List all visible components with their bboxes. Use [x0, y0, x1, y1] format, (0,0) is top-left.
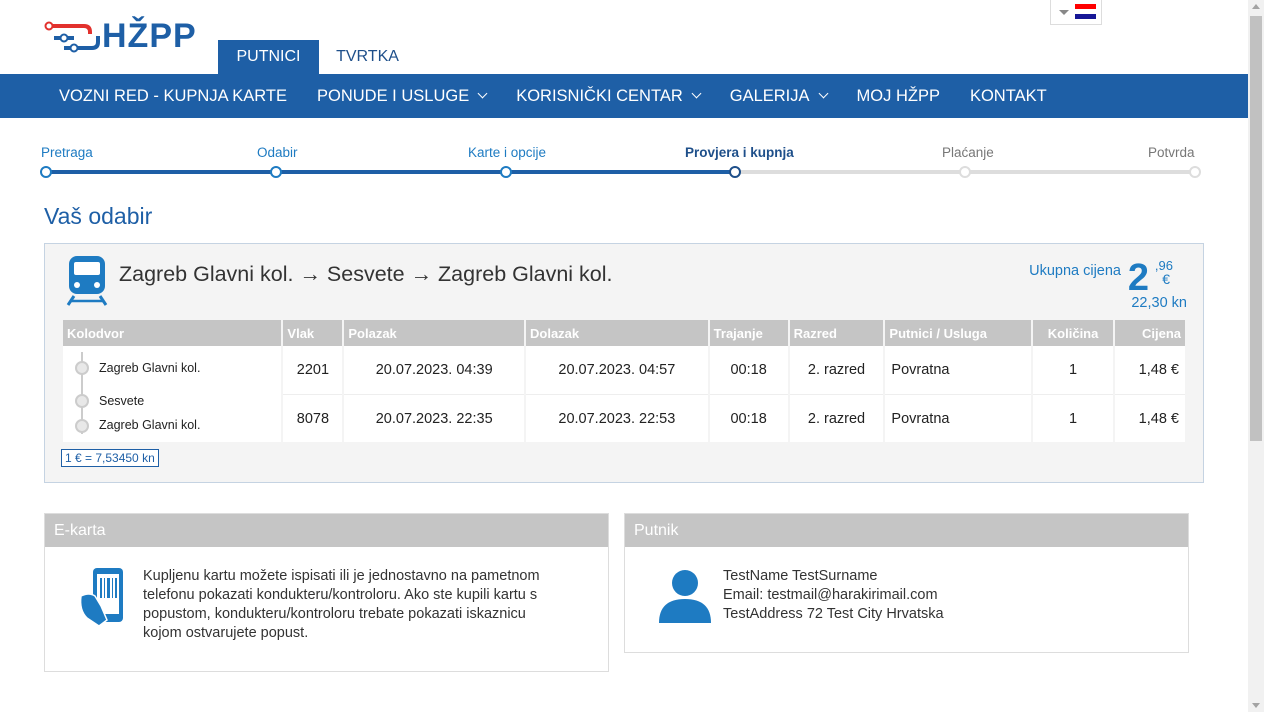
cell-razred: 2. razred [789, 346, 884, 394]
nav-label: KORISNIČKI CENTAR [516, 86, 683, 105]
nav-label: GALERIJA [729, 86, 810, 105]
phone-ticket-icon [79, 568, 123, 627]
nav-korisnicki-centar[interactable]: KORISNIČKI CENTAR [501, 74, 715, 118]
nav-label: KONTAKT [969, 86, 1047, 105]
cell-dolazak: 20.07.2023. 22:53 [526, 394, 708, 442]
trips-table: Kolodvor Vlak Polazak Dolazak Trajanje R… [61, 320, 1187, 442]
cell-usluga: Povratna [885, 394, 1032, 442]
chevron-down-icon [691, 88, 702, 99]
user-icon [659, 570, 711, 623]
ekarta-description: Kupljenu kartu možete ispisati ili je je… [143, 568, 540, 641]
step-odabir[interactable]: Odabir [257, 145, 298, 160]
cell-vlak: 2201 [283, 346, 343, 394]
hzpp-logo[interactable]: HŽPP [44, 16, 197, 56]
tab-putnici[interactable]: PUTNICI [218, 40, 319, 74]
step-dot-todo [959, 166, 971, 178]
station-name: Zagreb Glavni kol. [99, 361, 201, 375]
step-pretraga[interactable]: Pretraga [41, 145, 93, 160]
cell-trajanje: 00:18 [709, 394, 788, 442]
chevron-down-icon [818, 88, 828, 99]
train-icon [66, 256, 108, 306]
language-selector[interactable] [1050, 0, 1102, 25]
step-dot-done [500, 166, 512, 178]
vertical-scrollbar[interactable] [1248, 0, 1264, 712]
nav-ponude-i-usluge[interactable]: PONUDE I USLUGE [302, 74, 501, 118]
selection-summary: Zagreb Glavni kol. → Sesvete → Zagreb Gl… [44, 243, 1204, 483]
nav-label: MOJ HŽPP [856, 86, 940, 105]
logo-rail-icon [44, 21, 100, 53]
step-dot-current [729, 166, 741, 178]
table-row: Zagreb Glavni kol. Sesvete Zagreb Glavni… [63, 346, 1185, 442]
nav-moj-hzpp[interactable]: MOJ HŽPP [842, 74, 955, 118]
step-karte-i-opcije[interactable]: Karte i opcije [468, 145, 546, 160]
step-placanje: Plaćanje [942, 145, 994, 160]
col-razred: Razred [789, 320, 884, 346]
total-price-label: Ukupna cijena [1029, 263, 1121, 279]
exchange-rate-badge: 1 € = 7,53450 kn [61, 449, 159, 467]
step-line-done [46, 170, 735, 174]
step-potvrda: Potvrda [1148, 145, 1195, 160]
station-dot [75, 394, 89, 408]
scrollbar-thumb[interactable] [1250, 16, 1262, 441]
cell-dolazak: 20.07.2023. 04:57 [526, 346, 708, 394]
tab-tvrtka[interactable]: TVRTKA [330, 40, 405, 74]
station-timeline: Zagreb Glavni kol. Sesvete Zagreb Glavni… [69, 346, 279, 442]
route-title: Zagreb Glavni kol. → Sesvete → Zagreb Gl… [119, 262, 613, 286]
nav-vozni-red[interactable]: VOZNI RED - KUPNJA KARTE [44, 74, 302, 118]
step-dot-todo [1189, 166, 1201, 178]
cell-cijena: 1,48 € [1115, 346, 1185, 394]
total-price-kn: 22,30 kn [1131, 295, 1187, 311]
station-dot [75, 419, 89, 433]
passenger-name: TestName TestSurname [723, 568, 878, 584]
passenger-info: TestName TestSurname Email: testmail@har… [723, 567, 944, 624]
cell-vlak: 8078 [283, 394, 343, 442]
cell-polazak: 20.07.2023. 04:39 [344, 346, 525, 394]
logo-text: HŽPP [102, 17, 197, 55]
checkout-steps: Pretraga Odabir Karte i opcije Provjera … [40, 140, 1210, 180]
col-polazak: Polazak [344, 320, 525, 346]
station-dot [75, 361, 89, 375]
col-kolicina: Količina [1033, 320, 1114, 346]
nav-label: PONUDE I USLUGE [317, 86, 470, 105]
table-header-row: Kolodvor Vlak Polazak Dolazak Trajanje R… [63, 320, 1185, 346]
cell-kolicina: 1 [1033, 346, 1114, 394]
step-dot-done [40, 166, 52, 178]
ekarta-title: E-karta [45, 514, 608, 547]
chevron-down-icon [1059, 10, 1069, 15]
col-trajanje: Trajanje [709, 320, 788, 346]
col-dolazak: Dolazak [526, 320, 708, 346]
step-dot-done [270, 166, 282, 178]
col-vlak: Vlak [283, 320, 343, 346]
total-price-currency: € [1162, 271, 1170, 287]
cell-usluga: Povratna [885, 346, 1032, 394]
cell-cijena: 1,48 € [1115, 394, 1185, 442]
cell-trajanje: 00:18 [709, 346, 788, 394]
site-header: HŽPP PUTNICI TVRTKA [0, 0, 1248, 74]
scroll-down-icon[interactable] [1252, 703, 1260, 708]
cell-polazak: 20.07.2023. 22:35 [344, 394, 525, 442]
putnik-title: Putnik [625, 514, 1188, 547]
total-price-euros: 2 [1127, 257, 1149, 299]
chevron-down-icon [477, 88, 488, 99]
passenger-address: TestAddress 72 Test City Hrvatska [723, 606, 944, 622]
nav-kontakt[interactable]: KONTAKT [955, 74, 1062, 118]
scroll-up-icon[interactable] [1252, 4, 1260, 9]
cell-kolicina: 1 [1033, 394, 1114, 442]
passenger-email: Email: testmail@harakirimail.com [723, 587, 938, 603]
col-kolodvor: Kolodvor [63, 320, 282, 346]
nav-label: VOZNI RED - KUPNJA KARTE [59, 86, 287, 105]
ekarta-panel: E-karta Kupljenu kartu možete ispisati i… [44, 513, 609, 672]
col-cijena: Cijena [1115, 320, 1185, 346]
cell-razred: 2. razred [789, 394, 884, 442]
col-putnici-usluga: Putnici / Usluga [885, 320, 1032, 346]
station-name: Zagreb Glavni kol. [99, 418, 201, 432]
main-nav: VOZNI RED - KUPNJA KARTE PONUDE I USLUGE… [0, 74, 1248, 118]
nav-galerija[interactable]: GALERIJA [715, 74, 842, 118]
putnik-panel: Putnik TestName TestSurname Email: testm… [624, 513, 1189, 653]
step-provjera-i-kupnja: Provjera i kupnja [685, 145, 794, 160]
stations-cell: Zagreb Glavni kol. Sesvete Zagreb Glavni… [63, 346, 282, 442]
croatia-flag-icon [1075, 4, 1096, 19]
page-title: Vaš odabir [44, 203, 153, 229]
station-name: Sesvete [99, 394, 145, 408]
